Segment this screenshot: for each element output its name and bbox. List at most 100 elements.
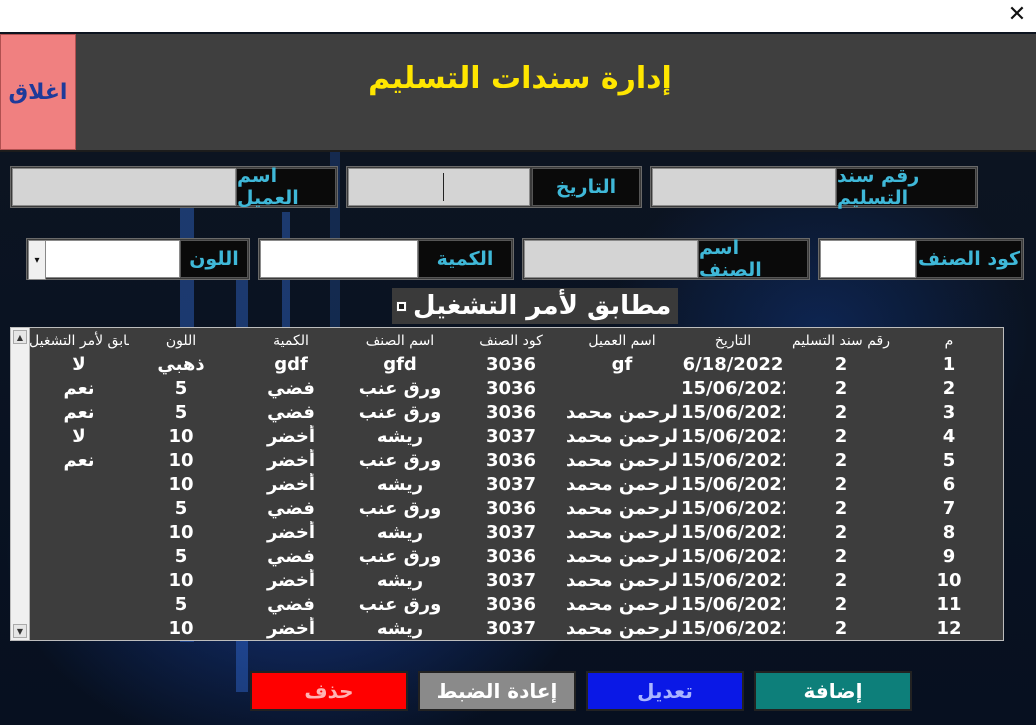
table-cell: 15/06/2022 xyxy=(681,618,785,639)
table-cell: فضي xyxy=(267,594,315,615)
table-cell: أخضر xyxy=(266,618,316,639)
table-cell: 15/06/2022 xyxy=(681,402,785,423)
table-cell: 2 xyxy=(834,546,848,567)
table-cell: عبدالرحمن محمد xyxy=(566,522,678,543)
table-cell: عبدالرحمن محمد xyxy=(566,426,678,447)
table-cell: 2 xyxy=(834,378,848,399)
receipts-list[interactable]: ▲ ▼ م رقم سند التسليم التاريخ اسم العميل كود… xyxy=(10,327,1004,641)
date-field[interactable] xyxy=(348,168,530,206)
table-cell: عبدالرحمن محمد xyxy=(566,546,678,567)
table-cell: عبدالرحمن محمد xyxy=(566,474,678,495)
receipt-no-label: رقم سند التسليم xyxy=(836,165,976,209)
table-cell: ريشه xyxy=(376,618,424,639)
table-cell: gfd xyxy=(383,354,417,375)
table-cell: ذهبي xyxy=(157,354,205,375)
customer-field[interactable] xyxy=(12,168,236,206)
table-cell: 2 xyxy=(834,570,848,591)
table-cell: 10 xyxy=(168,474,194,495)
table-cell: 2 xyxy=(834,522,848,543)
table-cell: 3036 xyxy=(485,594,537,615)
add-button[interactable]: إضافة xyxy=(754,671,912,711)
reset-button[interactable]: إعادة الضبط xyxy=(418,671,576,711)
table-cell: gf xyxy=(611,354,633,375)
quantity-label: الكمية xyxy=(418,240,512,278)
table-cell: ريشه xyxy=(376,474,424,495)
table-cell: نعم xyxy=(63,450,95,471)
table-cell: عبدالرحمن محمد xyxy=(566,498,678,519)
item-name-field[interactable] xyxy=(524,240,698,278)
chevron-down-icon[interactable]: ▾ xyxy=(28,240,46,280)
table-cell: عبدالرحمن محمد xyxy=(566,450,678,471)
scroll-down-icon[interactable]: ▼ xyxy=(13,624,27,638)
table-cell: 15/06/2022 xyxy=(681,378,785,399)
table-cell: 15/06/2022 xyxy=(681,594,785,615)
table-cell: 2 xyxy=(834,450,848,471)
delete-button[interactable]: حذف xyxy=(250,671,408,711)
table-cell: ورق عنب xyxy=(358,378,442,399)
table-cell: 11 xyxy=(936,594,962,615)
table-cell: 3037 xyxy=(485,426,537,447)
column-header: م xyxy=(944,333,954,349)
column-header: الكمية xyxy=(273,333,309,349)
scroll-up-icon[interactable]: ▲ xyxy=(13,330,27,344)
column-header: اللون xyxy=(165,333,197,349)
match-order-checkbox[interactable] xyxy=(396,300,407,312)
table-cell: ريشه xyxy=(376,426,424,447)
table-cell: 2 xyxy=(834,498,848,519)
table-cell: أخضر xyxy=(266,522,316,543)
edit-button[interactable]: تعديل xyxy=(586,671,744,711)
table-cell: 5 xyxy=(174,546,188,567)
item-code-field[interactable] xyxy=(820,240,916,278)
table-cell: 4 xyxy=(942,426,956,447)
table-cell: ورق عنب xyxy=(358,546,442,567)
column-header: رقم سند التسليم xyxy=(791,333,891,349)
table-cell: ورق عنب xyxy=(358,498,442,519)
table-cell: أخضر xyxy=(266,570,316,591)
match-order-checkbox-row[interactable]: مطابق لأمر التشغيل xyxy=(392,288,678,324)
window-titlebar: ✕ xyxy=(0,0,1036,32)
table-cell: 3037 xyxy=(485,474,537,495)
table-cell: 6 xyxy=(942,474,956,495)
table-cell: ريشه xyxy=(376,522,424,543)
table-cell: فضي xyxy=(267,402,315,423)
table-cell: 2 xyxy=(834,618,848,639)
column-header: مطابق لأمر التشغيل xyxy=(29,333,129,349)
table-cell: أخضر xyxy=(266,426,316,447)
table-cell: 5 xyxy=(174,402,188,423)
table-cell: 2 xyxy=(834,594,848,615)
table-cell: 10 xyxy=(168,570,194,591)
table-cell xyxy=(566,377,678,401)
table-cell: 15/06/2022 xyxy=(681,426,785,447)
table-cell: 2 xyxy=(834,354,848,375)
table-cell xyxy=(29,593,129,617)
window-close-icon[interactable]: ✕ xyxy=(1004,2,1030,28)
table-cell: أخضر xyxy=(266,450,316,471)
color-select[interactable] xyxy=(44,240,180,278)
table-cell: 1 xyxy=(942,354,956,375)
table-cell: 9 xyxy=(942,546,956,567)
table-cell: فضي xyxy=(267,498,315,519)
table-cell xyxy=(29,545,129,569)
color-label: اللون xyxy=(180,240,248,278)
match-order-label: مطابق لأمر التشغيل xyxy=(413,291,672,321)
close-button[interactable]: اغلاق xyxy=(0,34,76,150)
table-cell: ورق عنب xyxy=(358,402,442,423)
list-scrollbar[interactable]: ▲ ▼ xyxy=(11,328,30,640)
receipt-no-field[interactable] xyxy=(652,168,836,206)
table-cell: 5 xyxy=(942,450,956,471)
table-cell: 3 xyxy=(942,402,956,423)
item-name-label: اسم الصنف xyxy=(698,237,808,281)
table-cell: 10 xyxy=(168,450,194,471)
table-cell: 3036 xyxy=(485,354,537,375)
table-cell xyxy=(29,521,129,545)
table-cell: 15/06/2022 xyxy=(681,474,785,495)
table-cell: 3037 xyxy=(485,618,537,639)
quantity-field[interactable] xyxy=(260,240,418,278)
table-cell: 15/06/2022 xyxy=(681,498,785,519)
table-cell: 5 xyxy=(174,378,188,399)
table-cell xyxy=(29,473,129,497)
table-cell: نعم xyxy=(63,378,95,399)
table-cell xyxy=(29,569,129,593)
table-cell: gdf xyxy=(274,354,308,375)
item-code-label: كود الصنف xyxy=(916,240,1022,278)
